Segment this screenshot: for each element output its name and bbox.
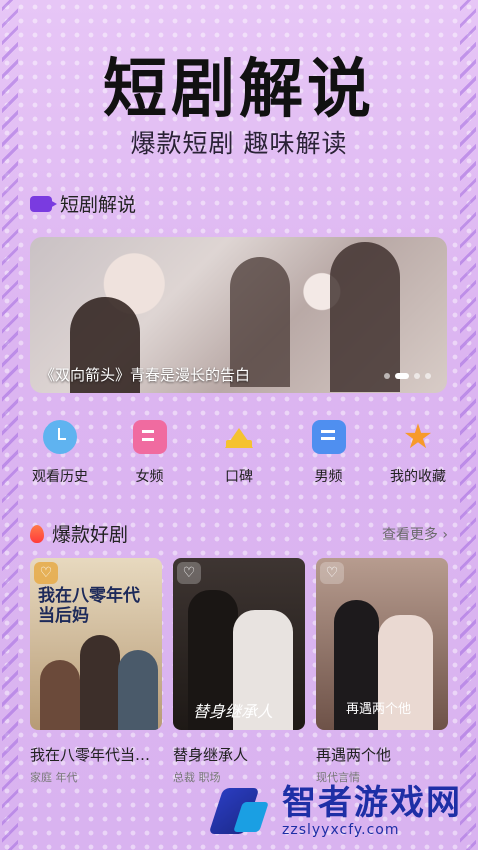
view-more-link[interactable]: 查看更多 › (382, 524, 448, 544)
category-label: 女频 (135, 469, 164, 485)
category-label: 观看历史 (32, 469, 88, 485)
flame-icon (30, 524, 44, 543)
drama-poster[interactable]: ♡ 我在八零年代当后妈 (30, 558, 162, 730)
chevron-right-icon: › (442, 527, 448, 543)
drama-card[interactable]: ♡ 替身继承人 替身继承人 总裁 职场 (173, 558, 305, 785)
category-label: 口碑 (225, 469, 253, 485)
section-header-explain: 短剧解说 (30, 190, 136, 217)
poster-title: 再遇两个他 (346, 702, 412, 717)
female-channel-icon (132, 420, 167, 454)
poster-figure (80, 635, 120, 730)
page-subtitle: 爆款短剧 趣味解读 (130, 129, 348, 158)
favorite-heart-icon[interactable]: ♡ (177, 562, 201, 584)
category-female[interactable]: 女频 (110, 420, 190, 486)
section-title-hot: 爆款好剧 (52, 524, 129, 546)
watermark-logo (210, 782, 274, 840)
poster-figure (118, 650, 158, 730)
category-label: 男频 (314, 469, 343, 485)
carousel-dot (425, 373, 431, 379)
poster-figure (40, 660, 80, 730)
drama-tags: 家庭 年代 (30, 771, 78, 784)
category-watch-history[interactable]: 观看历史 (20, 420, 100, 486)
carousel-indicator (384, 373, 431, 379)
crown-icon (222, 420, 256, 454)
section-header-hot: 爆款好剧 (30, 520, 128, 547)
video-icon (30, 195, 57, 212)
drama-poster[interactable]: ♡ 替身继承人 (173, 558, 305, 730)
featured-banner[interactable]: 《双向箭头》青春是漫长的告白 (30, 237, 447, 393)
star-icon: ★ (402, 417, 434, 457)
page-title: 短剧解说 (103, 53, 375, 127)
category-favorites[interactable]: ★ 我的收藏 (378, 420, 458, 486)
drama-card[interactable]: ♡ 再遇两个他 再遇两个他 现代言情 (316, 558, 448, 785)
category-nav: 观看历史 女频 口碑 男频 ★ 我的收藏 (20, 420, 458, 486)
view-more-label: 查看更多 (381, 527, 438, 543)
category-label: 我的收藏 (390, 469, 446, 485)
poster-title: 我在八零年代当后妈 (38, 586, 140, 626)
banner-figure (330, 242, 400, 392)
male-channel-icon (311, 420, 346, 454)
clock-icon (43, 420, 77, 454)
banner-caption: 《双向箭头》青春是漫长的告白 (40, 366, 251, 384)
watermark: 智者游戏网 zzslyyxcfy.com (210, 782, 462, 840)
drama-poster[interactable]: ♡ 再遇两个他 (316, 558, 448, 730)
drama-name: 再遇两个他 (316, 746, 392, 764)
favorite-heart-icon[interactable]: ♡ (320, 562, 344, 584)
drama-name: 替身继承人 (173, 746, 249, 764)
favorite-heart-icon[interactable]: ♡ (34, 562, 58, 584)
watermark-brand: 智者游戏网 (282, 783, 462, 823)
section-title-explain: 短剧解说 (60, 194, 137, 216)
drama-name: 我在八零年代当… (30, 746, 151, 764)
carousel-dot (414, 373, 420, 379)
category-reputation[interactable]: 口碑 (199, 420, 279, 486)
category-male[interactable]: 男频 (289, 420, 369, 486)
drama-card[interactable]: ♡ 我在八零年代当后妈 我在八零年代当… 家庭 年代 (30, 558, 162, 785)
watermark-url: zzslyyxcfy.com (282, 822, 400, 838)
carousel-dot-active (395, 373, 409, 379)
poster-title: 替身继承人 (193, 702, 274, 721)
carousel-dot (384, 373, 390, 379)
drama-list: ♡ 我在八零年代当后妈 我在八零年代当… 家庭 年代 ♡ 替身继承人 替身继承人… (30, 558, 448, 785)
